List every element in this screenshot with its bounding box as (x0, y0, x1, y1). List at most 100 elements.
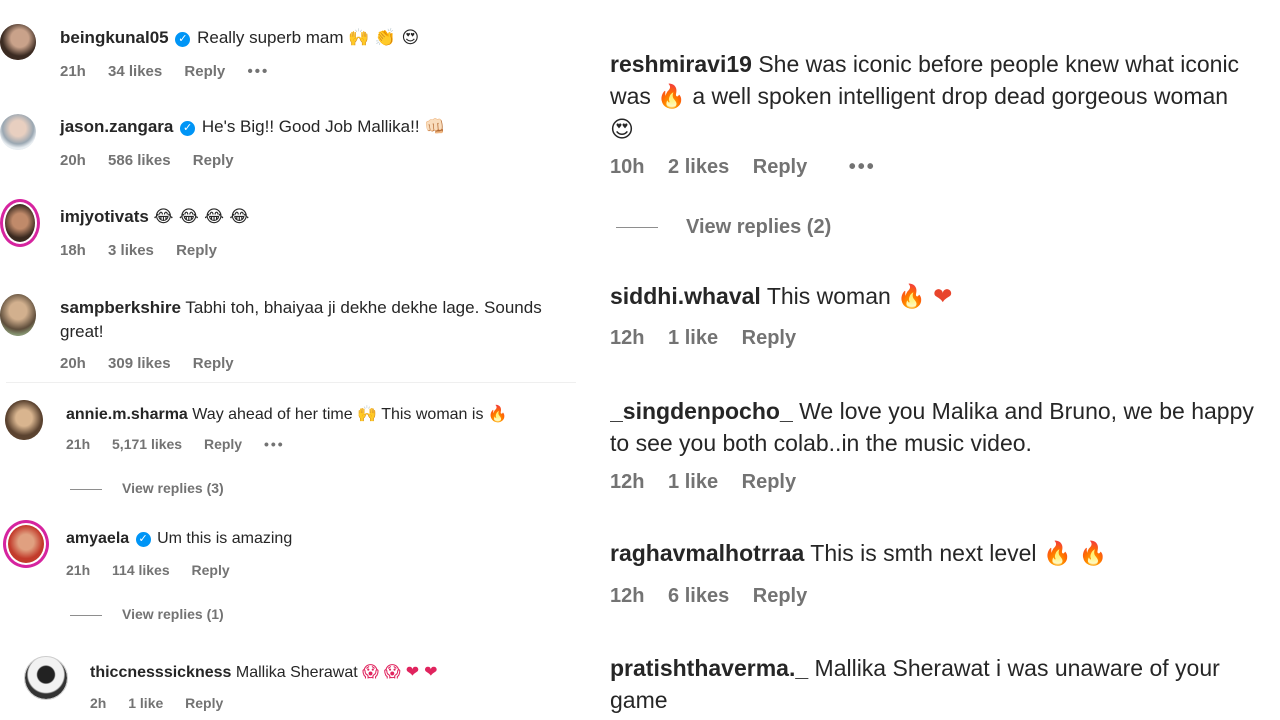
reply-button[interactable]: Reply (184, 63, 225, 80)
comment-body: thiccnesssickness Mallika Sherawat 😱 😱 ❤… (90, 662, 438, 682)
username[interactable]: sampberkshire (60, 298, 181, 317)
timestamp: 21h (60, 63, 86, 80)
reply-button[interactable]: Reply (193, 355, 234, 372)
comment-text-continued: great! (60, 322, 104, 341)
reply-button[interactable]: Reply (753, 585, 807, 607)
comment-text: She was iconic before people knew what i… (758, 51, 1240, 77)
username[interactable]: imjyotivats (60, 207, 149, 226)
likes-count[interactable]: 586 likes (108, 152, 171, 169)
comment-body: reshmiravi19 She was iconic before peopl… (610, 48, 1270, 146)
reply-button[interactable]: Reply (204, 436, 242, 452)
username[interactable]: siddhi.whaval (610, 283, 761, 309)
likes-count[interactable]: 5,171 likes (112, 436, 182, 452)
more-options-icon[interactable]: ••• (849, 156, 876, 178)
comment-text: Way ahead of her time (192, 406, 353, 423)
more-options-icon[interactable]: ••• (247, 63, 269, 80)
timestamp: 10h (610, 156, 645, 178)
comment-text-continued: game (610, 687, 668, 713)
username[interactable]: amyaela (66, 530, 129, 547)
avatar[interactable] (3, 520, 49, 568)
username[interactable]: raghavmalhotrraa (610, 540, 804, 566)
comment-meta: 21h 114 likes Reply (66, 562, 248, 578)
replies-line (70, 614, 102, 616)
fire-emoji: 🔥 (487, 404, 508, 423)
comment-text: He's Big!! Good Job Mallika!! (201, 117, 420, 136)
emoji: 🔥 ❤ (897, 284, 953, 310)
view-replies-button[interactable]: View replies (3) (70, 480, 224, 496)
timestamp: 20h (60, 355, 86, 372)
timestamp: 12h (610, 585, 645, 607)
username[interactable]: pratishthaverma._ (610, 655, 808, 681)
replies-line (616, 227, 658, 229)
replies-line (70, 488, 102, 490)
fire-emoji: 🔥 (657, 84, 686, 110)
reply-button[interactable]: Reply (193, 152, 234, 169)
fire-emoji: 🔥 🔥 (1042, 541, 1108, 567)
avatar[interactable] (24, 656, 68, 700)
username[interactable]: annie.m.sharma (66, 406, 188, 423)
comment-body: raghavmalhotrraa This is smth next level… (610, 537, 1270, 570)
username[interactable]: _singdenpocho_ (610, 398, 793, 424)
view-replies-button[interactable]: View replies (2) (616, 216, 831, 239)
likes-count[interactable]: 6 likes (668, 585, 729, 607)
likes-count[interactable]: 3 likes (108, 242, 154, 259)
reply-button[interactable]: Reply (742, 471, 796, 493)
username[interactable]: jason.zangara (60, 117, 173, 136)
avatar[interactable] (0, 294, 36, 336)
comment-body: pratishthaverma._ Mallika Sherawat i was… (610, 652, 1270, 716)
comment-text: We love you Malika and Bruno, we be happ… (799, 398, 1254, 424)
left-comments-panel: beingkunal05 ✓ Really superb mam 🙌 👏 😍 2… (0, 0, 578, 720)
comment-meta: 12h 6 likes Reply (610, 585, 825, 608)
reply-button[interactable]: Reply (176, 242, 217, 259)
comment-body: beingkunal05 ✓ Really superb mam 🙌 👏 😍 (60, 28, 419, 48)
timestamp: 12h (610, 471, 645, 493)
avatar[interactable] (0, 114, 36, 150)
comment-text-continued: to see you both colab..in the music vide… (610, 430, 1032, 456)
more-options-icon[interactable]: ••• (264, 436, 285, 452)
reply-button[interactable]: Reply (742, 327, 796, 349)
likes-count[interactable]: 1 like (668, 471, 718, 493)
likes-count[interactable]: 309 likes (108, 355, 171, 372)
comment-text: This is smth next level (810, 540, 1037, 566)
comment-body: siddhi.whaval This woman 🔥 ❤ (610, 280, 1270, 313)
comment-body: jason.zangara ✓ He's Big!! Good Job Mall… (60, 117, 445, 137)
comment-text: Mallika Sherawat (235, 664, 358, 681)
emoji: 😱 😱 ❤ ❤ (362, 662, 438, 681)
comment-text: Really superb mam (197, 28, 344, 47)
comment-meta: 20h 309 likes Reply (60, 355, 252, 372)
avatar[interactable] (0, 199, 40, 247)
emoji: 👊🏻 (424, 117, 446, 137)
verified-badge-icon: ✓ (135, 532, 151, 547)
divider (6, 382, 576, 383)
avatar[interactable] (5, 400, 43, 440)
username[interactable]: reshmiravi19 (610, 51, 752, 77)
likes-count[interactable]: 34 likes (108, 63, 162, 80)
likes-count[interactable]: 114 likes (112, 562, 170, 578)
reply-button[interactable]: Reply (192, 562, 230, 578)
verified-badge-icon: ✓ (175, 32, 191, 47)
view-replies-button[interactable]: View replies (1) (70, 606, 224, 622)
comment-text: Mallika Sherawat i was unaware of your (814, 655, 1220, 681)
avatar[interactable] (0, 24, 36, 60)
comment-text: Um this is amazing (157, 530, 293, 547)
reply-button[interactable]: Reply (185, 695, 223, 711)
emoji: 🙌 (357, 404, 378, 423)
likes-count[interactable]: 1 like (668, 327, 718, 349)
comment-text-continued: This woman is (381, 406, 484, 423)
comment-text: This woman (766, 283, 891, 309)
timestamp: 21h (66, 436, 91, 452)
comment-meta: 18h 3 likes Reply (60, 242, 235, 259)
reply-button[interactable]: Reply (753, 156, 807, 178)
emoji: 😍 (610, 117, 634, 143)
timestamp: 12h (610, 327, 645, 349)
likes-count[interactable]: 2 likes (668, 156, 729, 178)
comment-body: annie.m.sharma Way ahead of her time 🙌 T… (66, 404, 508, 424)
comment-body: imjyotivats 😂 😂 😂 😂 (60, 207, 249, 227)
comment-body: amyaela ✓ Um this is amazing (66, 530, 292, 548)
username[interactable]: thiccnesssickness (90, 664, 231, 681)
likes-count[interactable]: 1 like (128, 695, 163, 711)
username[interactable]: beingkunal05 (60, 28, 169, 47)
verified-badge-icon: ✓ (180, 121, 196, 136)
timestamp: 21h (66, 562, 91, 578)
timestamp: 18h (60, 242, 86, 259)
